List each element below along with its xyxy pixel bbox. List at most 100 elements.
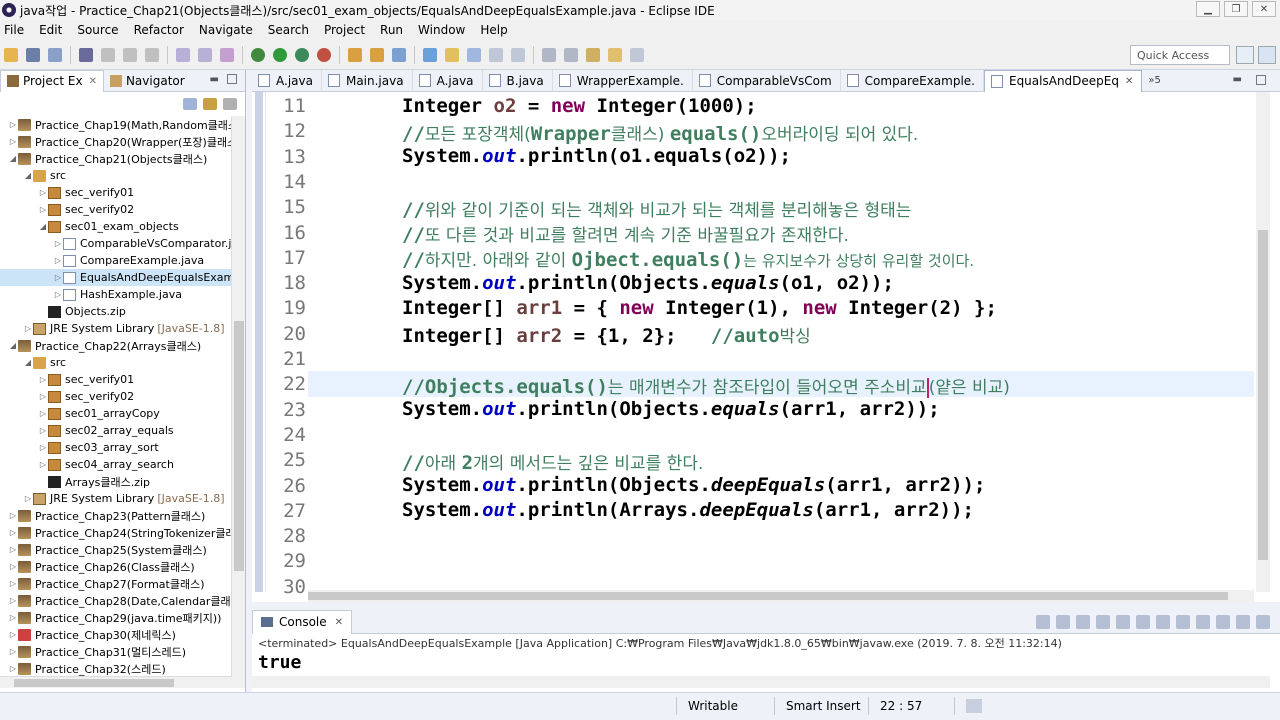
tree-item[interactable]: ▷ HashExample.java bbox=[0, 286, 245, 303]
new-icon[interactable] bbox=[4, 47, 18, 62]
terminate-icon[interactable] bbox=[1036, 615, 1050, 629]
editor-tab[interactable]: EqualsAndDeepEq ✕ bbox=[983, 69, 1143, 92]
tree-item[interactable]: ▷ Practice_Chap32(스레드) bbox=[0, 660, 245, 677]
tree-item[interactable]: ▷ JRE System Library [JavaSE-1.8] bbox=[0, 490, 245, 507]
editor-tab[interactable]: ComparableVsCom bbox=[693, 69, 841, 92]
tree-item[interactable]: ▷ sec_verify02 bbox=[0, 388, 245, 405]
minimize-button[interactable]: ▁ bbox=[1196, 1, 1220, 17]
tree-item[interactable]: ▷ sec01_arrayCopy bbox=[0, 405, 245, 422]
scrollbar-thumb[interactable] bbox=[1258, 230, 1268, 560]
tree-item[interactable]: ▷ Practice_Chap31(멀티스레드) bbox=[0, 643, 245, 660]
tree-item[interactable]: ▷ Practice_Chap30(제네릭스) bbox=[0, 626, 245, 643]
tree-item[interactable]: ▷ sec_verify01 bbox=[0, 184, 245, 201]
remove-launch-icon[interactable] bbox=[1056, 615, 1070, 629]
tree-toggle-icon[interactable]: ▷ bbox=[53, 273, 63, 282]
code-line-26[interactable]: System.out.println(Objects.deepEquals(ar… bbox=[402, 474, 985, 496]
remove-all-terminated-icon[interactable] bbox=[1076, 615, 1090, 629]
collapse-all-icon[interactable] bbox=[183, 98, 197, 110]
run-icon[interactable] bbox=[273, 47, 287, 62]
scroll-lock-icon[interactable] bbox=[1116, 615, 1130, 629]
tree-toggle-icon[interactable]: ▷ bbox=[8, 137, 18, 146]
external-tools-icon[interactable] bbox=[317, 47, 331, 62]
pilcrow-icon[interactable] bbox=[511, 47, 525, 62]
tree-toggle-icon[interactable]: ◢ bbox=[8, 341, 18, 350]
tree-toggle-icon[interactable]: ▷ bbox=[8, 511, 18, 520]
tree-toggle-icon[interactable]: ▷ bbox=[38, 443, 48, 452]
tree-toggle-icon[interactable]: ▷ bbox=[8, 596, 18, 605]
tree-toggle-icon[interactable]: ▷ bbox=[38, 392, 48, 401]
code-line-15[interactable]: //위와 같이 기준이 되는 객체와 비교가 되는 객체를 분리해놓은 형태는 bbox=[402, 196, 911, 221]
tree-item[interactable]: ◢ Practice_Chap22(Arrays클래스) bbox=[0, 337, 245, 354]
coverage-icon[interactable] bbox=[295, 47, 309, 62]
tree-toggle-icon[interactable]: ▷ bbox=[8, 528, 18, 537]
tree-toggle-icon[interactable]: ▷ bbox=[8, 579, 18, 588]
menu-edit[interactable]: Edit bbox=[39, 23, 62, 37]
menu-project[interactable]: Project bbox=[324, 23, 365, 37]
close-button[interactable]: ✕ bbox=[1252, 1, 1276, 17]
tree-item[interactable]: ▷ sec_verify01 bbox=[0, 371, 245, 388]
minimize-editor-icon[interactable]: ▬ bbox=[1233, 74, 1242, 85]
editor-vertical-scrollbar[interactable] bbox=[1256, 92, 1270, 592]
tree-item[interactable]: ▷ Practice_Chap20(Wrapper(포장)클래스 bbox=[0, 133, 245, 150]
java-perspective-icon[interactable] bbox=[1258, 46, 1276, 64]
maximize-button[interactable]: ❐ bbox=[1224, 1, 1248, 17]
editor-tab[interactable]: CompareExample. bbox=[841, 69, 984, 92]
tree-toggle-icon[interactable]: ◢ bbox=[8, 154, 18, 163]
save-icon[interactable] bbox=[26, 47, 40, 62]
code-line-27[interactable]: System.out.println(Arrays.deepEquals(arr… bbox=[402, 499, 974, 521]
tree-toggle-icon[interactable]: ◢ bbox=[38, 222, 48, 231]
tree-toggle-icon[interactable]: ▷ bbox=[8, 613, 18, 622]
code-line-17[interactable]: //하지만. 아래와 같이 Ojbect.equals()는 유지보수가 상당히… bbox=[402, 246, 974, 271]
tree-item[interactable]: ▷ sec02_array_equals bbox=[0, 422, 245, 439]
editor-tab[interactable]: Main.java bbox=[322, 69, 413, 92]
suspend-icon[interactable] bbox=[123, 47, 137, 62]
tree-toggle-icon[interactable]: ▷ bbox=[8, 120, 18, 129]
menu-refactor[interactable]: Refactor bbox=[134, 23, 184, 37]
forward-icon[interactable] bbox=[630, 47, 644, 62]
code-editor[interactable]: 11 12 13 14 15 16 17 18 19 20 21 22 23 24 25 26 27 28 29 30… bbox=[252, 92, 1280, 602]
code-line-12[interactable]: //모든 포장객체(Wrapper클래스) equals()오버라이딩 되어 있… bbox=[402, 120, 918, 145]
clear-console-icon[interactable] bbox=[1096, 615, 1110, 629]
open-perspective-icon[interactable] bbox=[1236, 46, 1254, 64]
tab-navigator[interactable]: Navigator bbox=[104, 70, 191, 92]
tree-toggle-icon[interactable]: ▷ bbox=[23, 324, 33, 333]
editor-tab[interactable]: A.java bbox=[413, 69, 483, 92]
previous-annotation-icon[interactable] bbox=[564, 47, 578, 62]
tree-item[interactable]: ▷ CompareExample.java bbox=[0, 252, 245, 269]
explorer-horizontal-scrollbar[interactable] bbox=[0, 676, 232, 688]
insert-mode-status[interactable]: Smart Insert bbox=[786, 699, 861, 713]
close-icon[interactable]: ✕ bbox=[335, 617, 343, 628]
code-line-22[interactable]: //Objects.equals()는 매개변수가 참조타입이 들어오면 주소비… bbox=[402, 373, 1010, 398]
debug-icon[interactable] bbox=[251, 47, 265, 62]
show-on-error-icon[interactable] bbox=[1176, 615, 1190, 629]
scrollbar-thumb[interactable] bbox=[308, 592, 1228, 600]
code-line-20[interactable]: Integer[] arr2 = {1, 2}; //auto박싱 bbox=[402, 322, 811, 347]
tree-toggle-icon[interactable]: ▷ bbox=[38, 375, 48, 384]
maximize-editor-icon[interactable] bbox=[1256, 75, 1266, 85]
notification-icon[interactable] bbox=[966, 699, 982, 713]
open-type-icon[interactable] bbox=[423, 47, 437, 62]
tree-toggle-icon[interactable]: ▷ bbox=[8, 647, 18, 656]
step-into-icon[interactable] bbox=[176, 47, 190, 62]
tree-toggle-icon[interactable]: ▷ bbox=[53, 256, 63, 265]
tree-item[interactable]: ▷ JRE System Library [JavaSE-1.8] bbox=[0, 320, 245, 337]
tree-toggle-icon[interactable]: ◢ bbox=[23, 358, 33, 367]
tree-toggle-icon[interactable]: ▷ bbox=[8, 562, 18, 571]
next-annotation-icon[interactable] bbox=[542, 47, 556, 62]
tree-toggle-icon[interactable]: ▷ bbox=[53, 239, 63, 248]
tree-item[interactable]: Arrays클래스.zip bbox=[0, 473, 245, 490]
tree-item[interactable]: ▷ Practice_Chap25(System클래스) bbox=[0, 541, 245, 558]
tree-item[interactable]: ▷ sec04_array_search bbox=[0, 456, 245, 473]
tree-toggle-icon[interactable]: ▷ bbox=[23, 494, 33, 503]
menu-run[interactable]: Run bbox=[380, 23, 403, 37]
console-horizontal-scrollbar[interactable] bbox=[252, 676, 1270, 688]
tree-item[interactable]: ◢ Practice_Chap21(Objects클래스) bbox=[0, 150, 245, 167]
tree-item[interactable]: ▷ EqualsAndDeepEqualsExamp bbox=[0, 269, 245, 286]
code-line-19[interactable]: Integer[] arr1 = { new Integer(1), new I… bbox=[402, 297, 997, 319]
editor-tab[interactable]: WrapperExample. bbox=[553, 69, 693, 92]
tree-item[interactable]: ▷ Practice_Chap28(Date,Calendar클래스 bbox=[0, 592, 245, 609]
close-icon[interactable]: ✕ bbox=[1125, 76, 1133, 87]
tree-item[interactable]: ▷ Practice_Chap19(Math,Random클래스 bbox=[0, 116, 245, 133]
console-view[interactable]: <terminated> EqualsAndDeepEqualsExample … bbox=[252, 634, 1280, 692]
display-console-icon[interactable] bbox=[1216, 615, 1230, 629]
